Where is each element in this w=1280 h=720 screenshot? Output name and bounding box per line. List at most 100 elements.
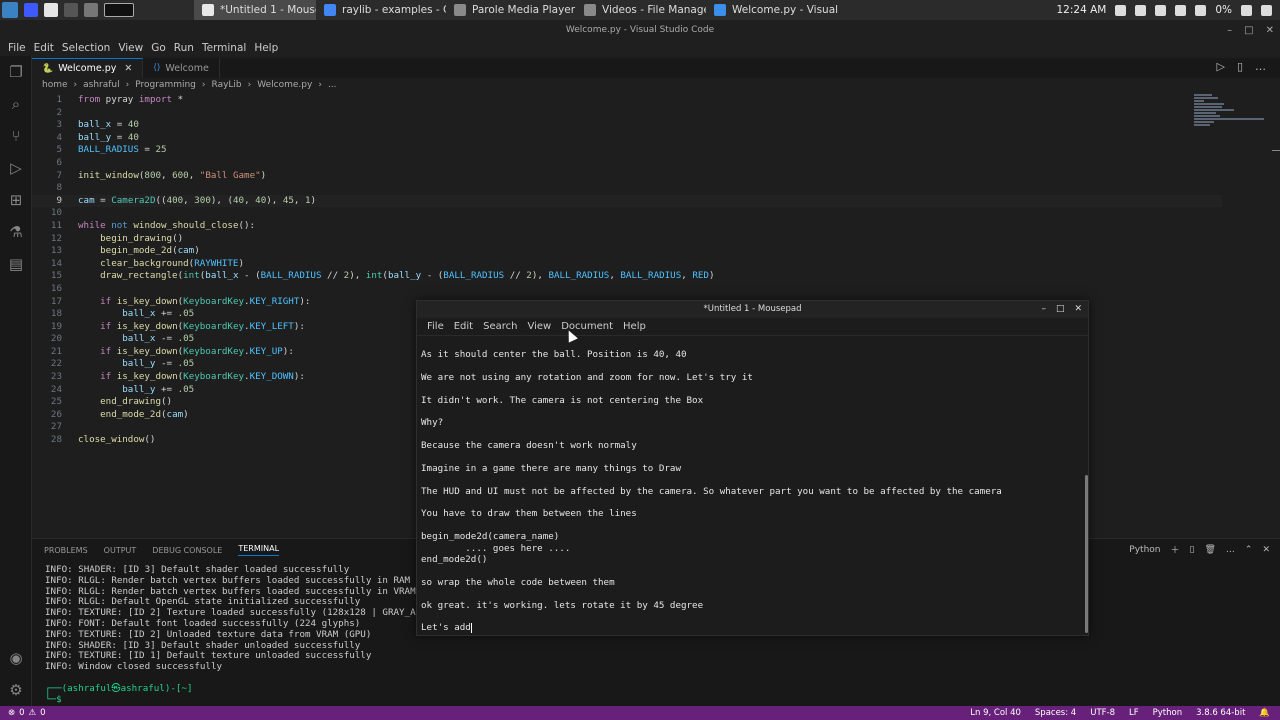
more-actions-icon[interactable]: … [1255,60,1266,73]
menu-item-help[interactable]: Help [250,40,282,56]
power-icon[interactable] [1261,4,1272,16]
breadcrumb-item[interactable]: RayLib [212,80,242,94]
explorer-icon[interactable]: ❐ [0,56,32,88]
mousepad-text-area[interactable]: As it should center the ball. Position i… [421,349,1081,634]
code-token: ) [708,270,715,282]
breadcrumb-item[interactable]: home [42,80,68,94]
testing-icon[interactable]: ⚗ [0,216,32,248]
split-editor-icon[interactable]: ▯ [1237,60,1243,73]
show-desktop-icon[interactable] [104,3,134,17]
terminal-prompt[interactable]: ┌──(ashraful㉿ashraful)-[~] └─$ [45,683,192,705]
source-control-icon[interactable]: ⑂ [0,120,32,152]
breadcrumb-item[interactable]: ... [328,80,337,94]
editor-actions: ▷ ▯ … [1216,60,1266,73]
extensions-icon[interactable]: ⊞ [0,184,32,216]
menu-item-terminal[interactable]: Terminal [198,40,250,56]
panel-tab-output[interactable]: OUTPUT [104,546,137,555]
breadcrumb-item[interactable]: ashraful [83,80,120,94]
maximize-icon[interactable]: □ [1056,301,1065,318]
minimap[interactable] [1194,94,1274,134]
maximize-icon[interactable]: □ [1244,25,1253,36]
settings-gear-icon[interactable]: ⚙ [0,674,32,706]
panel-tab-terminal[interactable]: TERMINAL [238,544,280,556]
mail-icon[interactable] [1135,4,1147,16]
code-token: RED [692,270,709,282]
file-manager-icon[interactable] [44,3,58,17]
volume-icon[interactable] [1175,4,1187,16]
panel-tab-problems[interactable]: PROBLEMS [44,546,88,555]
network-icon[interactable] [1155,4,1167,16]
editor-scrollbar[interactable] [1272,150,1280,151]
code-token: ball_y [122,358,156,370]
language-mode[interactable]: Python [1153,708,1182,718]
taskbar-task[interactable]: raylib - examples - Chro... [316,0,446,20]
mousepad-menu-help[interactable]: Help [618,321,651,332]
cursor-position[interactable]: Ln 9, Col 40 [970,708,1021,718]
panel-tab-debug-console[interactable]: DEBUG CONSOLE [152,546,222,555]
close-icon[interactable]: ✕ [1266,25,1274,36]
text-line: We are not using any rotation and zoom f… [421,372,1081,383]
mousepad-menu-view[interactable]: View [522,321,556,332]
code-token: , [609,270,621,282]
terminal-icon[interactable] [64,3,78,17]
menu-item-view[interactable]: View [114,40,147,56]
code-token: ) [194,245,200,257]
menu-item-run[interactable]: Run [170,40,198,56]
warning-icon: ⚠ [28,708,37,718]
clock[interactable]: 12:24 AM [1056,4,1106,16]
problems-status[interactable]: ⊗ 0 ⚠ 0 [0,708,46,718]
app-launcher-icon[interactable] [2,2,18,18]
notifications-icon[interactable] [1195,4,1207,16]
browser-icon[interactable] [84,3,98,17]
breadcrumb-item[interactable]: Welcome.py [257,80,312,94]
kill-terminal-icon[interactable]: 🗑 [1204,545,1215,555]
maximize-panel-icon[interactable]: ⌃ [1245,545,1253,555]
lock-icon[interactable] [1241,4,1252,16]
mousepad-menu-edit[interactable]: Edit [449,321,478,332]
close-panel-icon[interactable]: ✕ [1262,545,1270,555]
close-icon[interactable]: ✕ [1074,301,1082,318]
encoding[interactable]: UTF-8 [1090,708,1115,718]
menu-item-selection[interactable]: Selection [58,40,114,56]
account-icon[interactable]: ◉ [0,642,32,674]
search-icon[interactable]: ⌕ [0,88,32,120]
run-debug-icon[interactable]: ▷ [0,152,32,184]
workspace-icon[interactable] [24,3,38,17]
minimize-icon[interactable]: – [1227,25,1232,36]
taskbar-task[interactable]: Welcome.py - Visual Stu... [706,0,841,20]
notifications-bell-icon[interactable]: 🔔 [1259,708,1270,718]
run-icon[interactable]: ▷ [1216,60,1224,73]
python-interpreter[interactable]: 3.8.6 64-bit [1196,708,1245,718]
mousepad-menu-search[interactable]: Search [478,321,522,332]
code-token: .05 [177,308,195,320]
breadcrumb-item[interactable]: Programming [135,80,196,94]
editor-tab[interactable]: 🐍 Welcome.py ✕ [32,58,144,78]
taskbar-task[interactable]: Videos - File Manager [576,0,706,20]
recorder-icon[interactable] [1115,4,1127,16]
more-actions-icon[interactable]: … [1226,545,1235,555]
code-line: 10 [32,207,1222,220]
close-tab-icon[interactable]: ✕ [124,63,132,74]
mousepad-titlebar[interactable]: *Untitled 1 - Mousepad – □ ✕ [417,301,1088,318]
menu-item-go[interactable]: Go [147,40,170,56]
remote-explorer-icon[interactable]: ▤ [0,248,32,280]
mousepad-menu-document[interactable]: Document [556,321,618,332]
minimize-icon[interactable]: – [1041,301,1046,318]
terminal-profile[interactable]: Python [1129,545,1160,555]
new-terminal-icon[interactable]: ＋ [1171,543,1180,556]
line-ending[interactable]: LF [1129,708,1139,718]
taskbar-task[interactable]: Parole Media Player [446,0,576,20]
editor-tab[interactable]: ⟨⟩ Welcome [143,58,220,78]
taskbar-task[interactable]: *Untitled 1 - Mousepad [194,0,316,20]
menu-item-file[interactable]: File [4,40,30,56]
code-text: begin_drawing() [62,233,183,246]
battery-level[interactable]: 0% [1215,4,1232,16]
indentation[interactable]: Spaces: 4 [1035,708,1076,718]
split-terminal-icon[interactable]: ▯ [1190,545,1195,555]
mousepad-menu-file[interactable]: File [422,321,449,332]
mousepad-scrollbar[interactable] [1085,475,1088,633]
code-token: += [155,308,178,320]
menu-item-edit[interactable]: Edit [30,40,58,56]
